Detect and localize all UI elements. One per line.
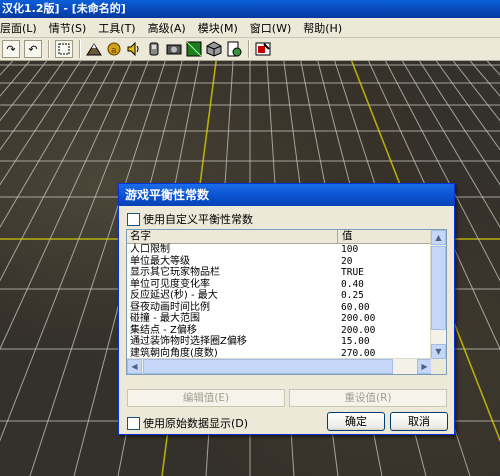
grid-line (469, 61, 500, 97)
use-custom-constants-checkbox[interactable] (127, 213, 140, 226)
game-constants-dialog: 游戏平衡性常数 使用自定义平衡性常数 名字 值 人口限制 100 单位最大等级 20 显… (118, 183, 455, 435)
table-row[interactable]: 反应延迟(秒) - 最大 0.25 (127, 290, 432, 302)
grid-line (0, 61, 64, 151)
menu-scenario[interactable]: 情节(S) (49, 20, 87, 36)
constant-value: 15.00 (341, 336, 370, 347)
camera-icon[interactable] (166, 41, 182, 57)
menu-bar: 层面(L) 情节(S) 工具(T) 高级(A) 模块(M) 窗口(W) 帮助(H… (0, 18, 500, 38)
use-raw-data-label: 使用原始数据显示(D) (143, 417, 249, 430)
menu-help[interactable]: 帮助(H) (303, 20, 342, 36)
menu-layer[interactable]: 层面(L) (0, 20, 37, 36)
horizontal-scrollbar[interactable]: ◀ ▶ (127, 358, 432, 374)
constant-name: 集结点 - Z偏移 (130, 324, 197, 336)
scroll-right-icon[interactable]: ▶ (417, 359, 432, 374)
region-icon[interactable] (186, 41, 202, 57)
constant-value: 0.25 (341, 290, 364, 301)
table-row[interactable]: 昼夜动画时间比例 60.00 (127, 302, 432, 314)
import-icon[interactable] (226, 41, 242, 57)
menu-tools[interactable]: 工具(T) (98, 20, 135, 36)
svg-text:a: a (111, 46, 117, 56)
constant-name: 显示其它玩家物品栏 (130, 267, 220, 278)
column-name-header[interactable]: 名字 (130, 230, 151, 243)
window-title: 汉化1.2版] - [未命名的] (2, 2, 126, 15)
menu-window[interactable]: 窗口(W) (250, 20, 291, 36)
menu-module[interactable]: 模块(M) (198, 20, 238, 36)
constant-name: 单位可见度变化率 (130, 278, 210, 290)
list-header: 名字 值 (127, 230, 432, 244)
scroll-left-icon[interactable]: ◀ (127, 359, 142, 374)
edit-value-button[interactable]: 编辑值(E) (127, 389, 285, 407)
constant-name: 昼夜动画时间比例 (130, 301, 210, 313)
window-title-bar: 汉化1.2版] - [未命名的] (0, 0, 500, 18)
cancel-button[interactable]: 取消 (390, 412, 448, 431)
constant-value: TRUE (341, 267, 364, 278)
grid-line (0, 61, 31, 97)
table-row[interactable]: 单位可见度变化率 0.40 (127, 279, 432, 291)
table-row[interactable]: 人口限制 100 (127, 244, 432, 256)
constant-value: 0.40 (341, 278, 364, 290)
scroll-up-icon[interactable]: ▲ (431, 230, 446, 245)
constant-name: 人口限制 (130, 244, 170, 255)
use-raw-data-checkbox[interactable] (127, 417, 140, 430)
constant-value: 60.00 (341, 301, 370, 313)
scroll-down-icon[interactable]: ▼ (431, 344, 446, 359)
constant-value: 200.00 (341, 313, 376, 324)
constants-list[interactable]: 名字 值 人口限制 100 单位最大等级 20 显示其它玩家物品栏 TRUE 单位可见度变化… (126, 229, 447, 375)
constant-name: 碰撞 - 最大范围 (130, 313, 200, 324)
trigger-icon[interactable] (146, 41, 162, 57)
scroll-corner (431, 359, 446, 374)
test-map-icon[interactable] (255, 41, 271, 57)
grid-line (0, 61, 132, 351)
toolbar-separator (248, 40, 249, 58)
sound-icon[interactable] (126, 41, 142, 57)
table-row[interactable]: 显示其它玩家物品栏 TRUE (127, 267, 432, 279)
constant-name: 反应延迟(秒) - 最大 (130, 290, 218, 301)
constant-value: 20 (341, 255, 353, 267)
undo-icon[interactable]: ↶ (24, 40, 42, 58)
grid-line (0, 61, 81, 186)
table-row[interactable]: 单位最大等级 20 (127, 256, 432, 268)
select-icon[interactable] (55, 40, 73, 58)
object-icon[interactable] (206, 41, 222, 57)
vertical-scrollbar[interactable]: ▲ ▼ (430, 230, 446, 359)
column-value-header[interactable]: 值 (337, 230, 437, 243)
use-custom-constants-label: 使用自定义平衡性常数 (143, 213, 253, 226)
redo-icon[interactable]: ↷ (2, 40, 20, 58)
unit-icon[interactable]: a (106, 41, 122, 57)
table-row[interactable]: 通过装饰物时选择圈Z偏移 15.00 (127, 336, 432, 348)
constant-value: 100 (341, 244, 359, 255)
toolbar: ↷ ↶ a (0, 38, 500, 61)
constant-name: 单位最大等级 (130, 255, 190, 267)
reset-value-button[interactable]: 重设值(R) (289, 389, 447, 407)
constant-value: 200.00 (341, 324, 376, 336)
ok-button[interactable]: 确定 (327, 412, 385, 431)
menu-advanced[interactable]: 高级(A) (148, 20, 186, 36)
dialog-title: 游戏平衡性常数 (119, 184, 454, 206)
table-row[interactable]: 碰撞 - 最大范围 200.00 (127, 313, 432, 325)
terrain-icon[interactable] (86, 41, 102, 57)
grid-line (0, 61, 98, 229)
constant-name: 通过装饰物时选择圈Z偏移 (130, 336, 247, 347)
vertical-scroll-thumb[interactable] (431, 246, 446, 330)
toolbar-separator (48, 40, 49, 58)
table-row[interactable]: 集结点 - Z偏移 200.00 (127, 325, 432, 337)
toolbar-separator (79, 40, 80, 58)
horizontal-scroll-thumb[interactable] (143, 359, 393, 374)
